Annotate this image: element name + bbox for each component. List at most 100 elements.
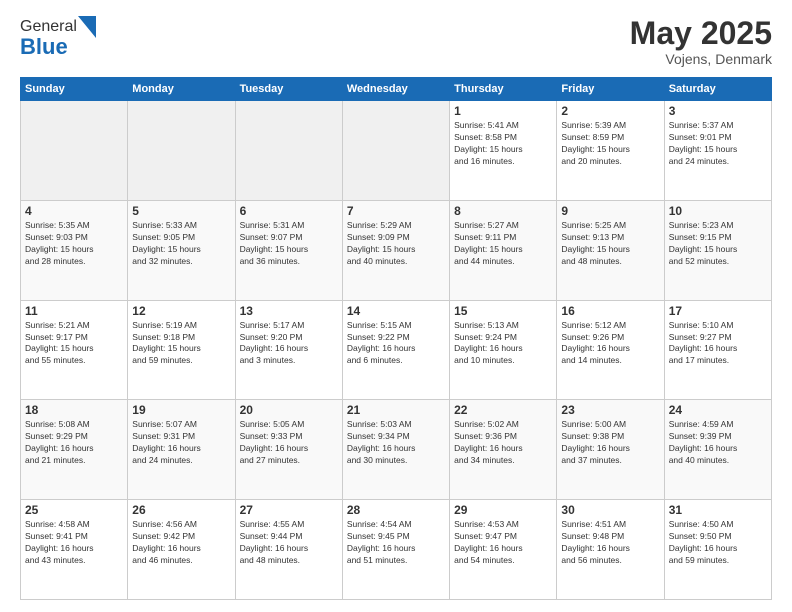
calendar-day-30: 30 Sunrise: 4:51 AM Sunset: 9:48 PM Dayli… — [557, 500, 664, 600]
day-number: 9 — [561, 204, 659, 218]
day-number: 18 — [25, 403, 123, 417]
day-number: 13 — [240, 304, 338, 318]
calendar-day-27: 27 Sunrise: 4:55 AM Sunset: 9:44 PM Dayli… — [235, 500, 342, 600]
day-info: Sunrise: 5:17 AM Sunset: 9:20 PM Dayligh… — [240, 320, 338, 368]
calendar-day-17: 17 Sunrise: 5:10 AM Sunset: 9:27 PM Dayli… — [664, 300, 771, 400]
day-number: 3 — [669, 104, 767, 118]
calendar-day-8: 8Sunrise: 5:27 AM Sunset: 9:11 PM Daylig… — [450, 200, 557, 300]
day-number: 21 — [347, 403, 445, 417]
calendar-empty-cell — [342, 101, 449, 201]
calendar-day-2: 2Sunrise: 5:39 AM Sunset: 8:59 PM Daylig… — [557, 101, 664, 201]
day-info: Sunrise: 4:53 AM Sunset: 9:47 PM Dayligh… — [454, 519, 552, 567]
calendar-table: SundayMondayTuesdayWednesdayThursdayFrid… — [20, 77, 772, 600]
calendar-day-6: 6 Sunrise: 5:31 AM Sunset: 9:07 PM Daylig… — [235, 200, 342, 300]
calendar-day-14: 14 Sunrise: 5:15 AM Sunset: 9:22 PM Dayli… — [342, 300, 449, 400]
calendar-day-31: 31 Sunrise: 4:50 AM Sunset: 9:50 PM Dayli… — [664, 500, 771, 600]
calendar-week-3: 11 Sunrise: 5:21 AM Sunset: 9:17 PM Dayli… — [21, 300, 772, 400]
calendar-week-2: 4 Sunrise: 5:35 AM Sunset: 9:03 PM Daylig… — [21, 200, 772, 300]
day-info: Sunrise: 5:08 AM Sunset: 9:29 PM Dayligh… — [25, 419, 123, 467]
day-info: Sunrise: 4:56 AM Sunset: 9:42 PM Dayligh… — [132, 519, 230, 567]
calendar-day-13: 13 Sunrise: 5:17 AM Sunset: 9:20 PM Dayli… — [235, 300, 342, 400]
calendar-header-wednesday: Wednesday — [342, 78, 449, 101]
day-info: Sunrise: 5:15 AM Sunset: 9:22 PM Dayligh… — [347, 320, 445, 368]
calendar-day-1: 1 Sunrise: 5:41 AM Sunset: 8:58 PM Daylig… — [450, 101, 557, 201]
day-info: Sunrise: 4:51 AM Sunset: 9:48 PM Dayligh… — [561, 519, 659, 567]
day-info: Sunrise: 4:50 AM Sunset: 9:50 PM Dayligh… — [669, 519, 767, 567]
calendar-day-26: 26 Sunrise: 4:56 AM Sunset: 9:42 PM Dayli… — [128, 500, 235, 600]
calendar-week-5: 25 Sunrise: 4:58 AM Sunset: 9:41 PM Dayli… — [21, 500, 772, 600]
calendar-day-29: 29 Sunrise: 4:53 AM Sunset: 9:47 PM Dayli… — [450, 500, 557, 600]
calendar-day-23: 23Sunrise: 5:00 AM Sunset: 9:38 PM Dayli… — [557, 400, 664, 500]
day-info: Sunrise: 5:05 AM Sunset: 9:33 PM Dayligh… — [240, 419, 338, 467]
day-number: 25 — [25, 503, 123, 517]
calendar-day-25: 25 Sunrise: 4:58 AM Sunset: 9:41 PM Dayli… — [21, 500, 128, 600]
day-info: Sunrise: 5:29 AM Sunset: 9:09 PM Dayligh… — [347, 220, 445, 268]
day-info: Sunrise: 5:37 AM Sunset: 9:01 PM Dayligh… — [669, 120, 767, 168]
day-number: 29 — [454, 503, 552, 517]
day-info: Sunrise: 5:33 AM Sunset: 9:05 PM Dayligh… — [132, 220, 230, 268]
day-number: 24 — [669, 403, 767, 417]
day-info: Sunrise: 5:03 AM Sunset: 9:34 PM Dayligh… — [347, 419, 445, 467]
day-info: Sunrise: 5:02 AM Sunset: 9:36 PM Dayligh… — [454, 419, 552, 467]
day-number: 20 — [240, 403, 338, 417]
calendar-day-3: 3 Sunrise: 5:37 AM Sunset: 9:01 PM Daylig… — [664, 101, 771, 201]
day-number: 31 — [669, 503, 767, 517]
title-block: May 2025 Vojens, Denmark — [630, 16, 772, 67]
day-number: 7 — [347, 204, 445, 218]
logo: General Blue — [20, 16, 97, 60]
calendar-empty-cell — [128, 101, 235, 201]
day-number: 17 — [669, 304, 767, 318]
calendar-header-friday: Friday — [557, 78, 664, 101]
calendar-day-4: 4 Sunrise: 5:35 AM Sunset: 9:03 PM Daylig… — [21, 200, 128, 300]
day-number: 14 — [347, 304, 445, 318]
calendar-header-thursday: Thursday — [450, 78, 557, 101]
calendar-day-5: 5 Sunrise: 5:33 AM Sunset: 9:05 PM Daylig… — [128, 200, 235, 300]
calendar-header-monday: Monday — [128, 78, 235, 101]
header: General Blue May 2025 Vojens, Denmark — [20, 16, 772, 67]
calendar-day-10: 10Sunrise: 5:23 AM Sunset: 9:15 PM Dayli… — [664, 200, 771, 300]
day-number: 15 — [454, 304, 552, 318]
day-info: Sunrise: 5:10 AM Sunset: 9:27 PM Dayligh… — [669, 320, 767, 368]
day-info: Sunrise: 5:12 AM Sunset: 9:26 PM Dayligh… — [561, 320, 659, 368]
day-info: Sunrise: 4:55 AM Sunset: 9:44 PM Dayligh… — [240, 519, 338, 567]
calendar-day-21: 21 Sunrise: 5:03 AM Sunset: 9:34 PM Dayli… — [342, 400, 449, 500]
calendar-week-1: 1 Sunrise: 5:41 AM Sunset: 8:58 PM Daylig… — [21, 101, 772, 201]
calendar-day-15: 15 Sunrise: 5:13 AM Sunset: 9:24 PM Dayli… — [450, 300, 557, 400]
day-info: Sunrise: 5:23 AM Sunset: 9:15 PM Dayligh… — [669, 220, 767, 268]
day-number: 6 — [240, 204, 338, 218]
day-info: Sunrise: 5:27 AM Sunset: 9:11 PM Dayligh… — [454, 220, 552, 268]
calendar-header-tuesday: Tuesday — [235, 78, 342, 101]
day-number: 5 — [132, 204, 230, 218]
day-info: Sunrise: 4:59 AM Sunset: 9:39 PM Dayligh… — [669, 419, 767, 467]
day-number: 1 — [454, 104, 552, 118]
calendar-header-row: SundayMondayTuesdayWednesdayThursdayFrid… — [21, 78, 772, 101]
calendar-header-sunday: Sunday — [21, 78, 128, 101]
day-number: 12 — [132, 304, 230, 318]
calendar-day-11: 11 Sunrise: 5:21 AM Sunset: 9:17 PM Dayli… — [21, 300, 128, 400]
day-number: 27 — [240, 503, 338, 517]
calendar-day-16: 16Sunrise: 5:12 AM Sunset: 9:26 PM Dayli… — [557, 300, 664, 400]
day-number: 11 — [25, 304, 123, 318]
day-info: Sunrise: 5:35 AM Sunset: 9:03 PM Dayligh… — [25, 220, 123, 268]
calendar-day-12: 12Sunrise: 5:19 AM Sunset: 9:18 PM Dayli… — [128, 300, 235, 400]
calendar-empty-cell — [21, 101, 128, 201]
day-info: Sunrise: 5:13 AM Sunset: 9:24 PM Dayligh… — [454, 320, 552, 368]
day-number: 26 — [132, 503, 230, 517]
day-info: Sunrise: 5:21 AM Sunset: 9:17 PM Dayligh… — [25, 320, 123, 368]
logo-icon — [78, 16, 96, 38]
day-info: Sunrise: 5:31 AM Sunset: 9:07 PM Dayligh… — [240, 220, 338, 268]
day-number: 22 — [454, 403, 552, 417]
calendar-day-18: 18 Sunrise: 5:08 AM Sunset: 9:29 PM Dayli… — [21, 400, 128, 500]
day-number: 28 — [347, 503, 445, 517]
day-number: 4 — [25, 204, 123, 218]
calendar-day-22: 22 Sunrise: 5:02 AM Sunset: 9:36 PM Dayli… — [450, 400, 557, 500]
day-number: 2 — [561, 104, 659, 118]
day-number: 30 — [561, 503, 659, 517]
day-info: Sunrise: 5:07 AM Sunset: 9:31 PM Dayligh… — [132, 419, 230, 467]
calendar-day-9: 9Sunrise: 5:25 AM Sunset: 9:13 PM Daylig… — [557, 200, 664, 300]
day-info: Sunrise: 4:58 AM Sunset: 9:41 PM Dayligh… — [25, 519, 123, 567]
calendar-week-4: 18 Sunrise: 5:08 AM Sunset: 9:29 PM Dayli… — [21, 400, 772, 500]
calendar-day-24: 24 Sunrise: 4:59 AM Sunset: 9:39 PM Dayli… — [664, 400, 771, 500]
day-info: Sunrise: 5:41 AM Sunset: 8:58 PM Dayligh… — [454, 120, 552, 168]
calendar-empty-cell — [235, 101, 342, 201]
